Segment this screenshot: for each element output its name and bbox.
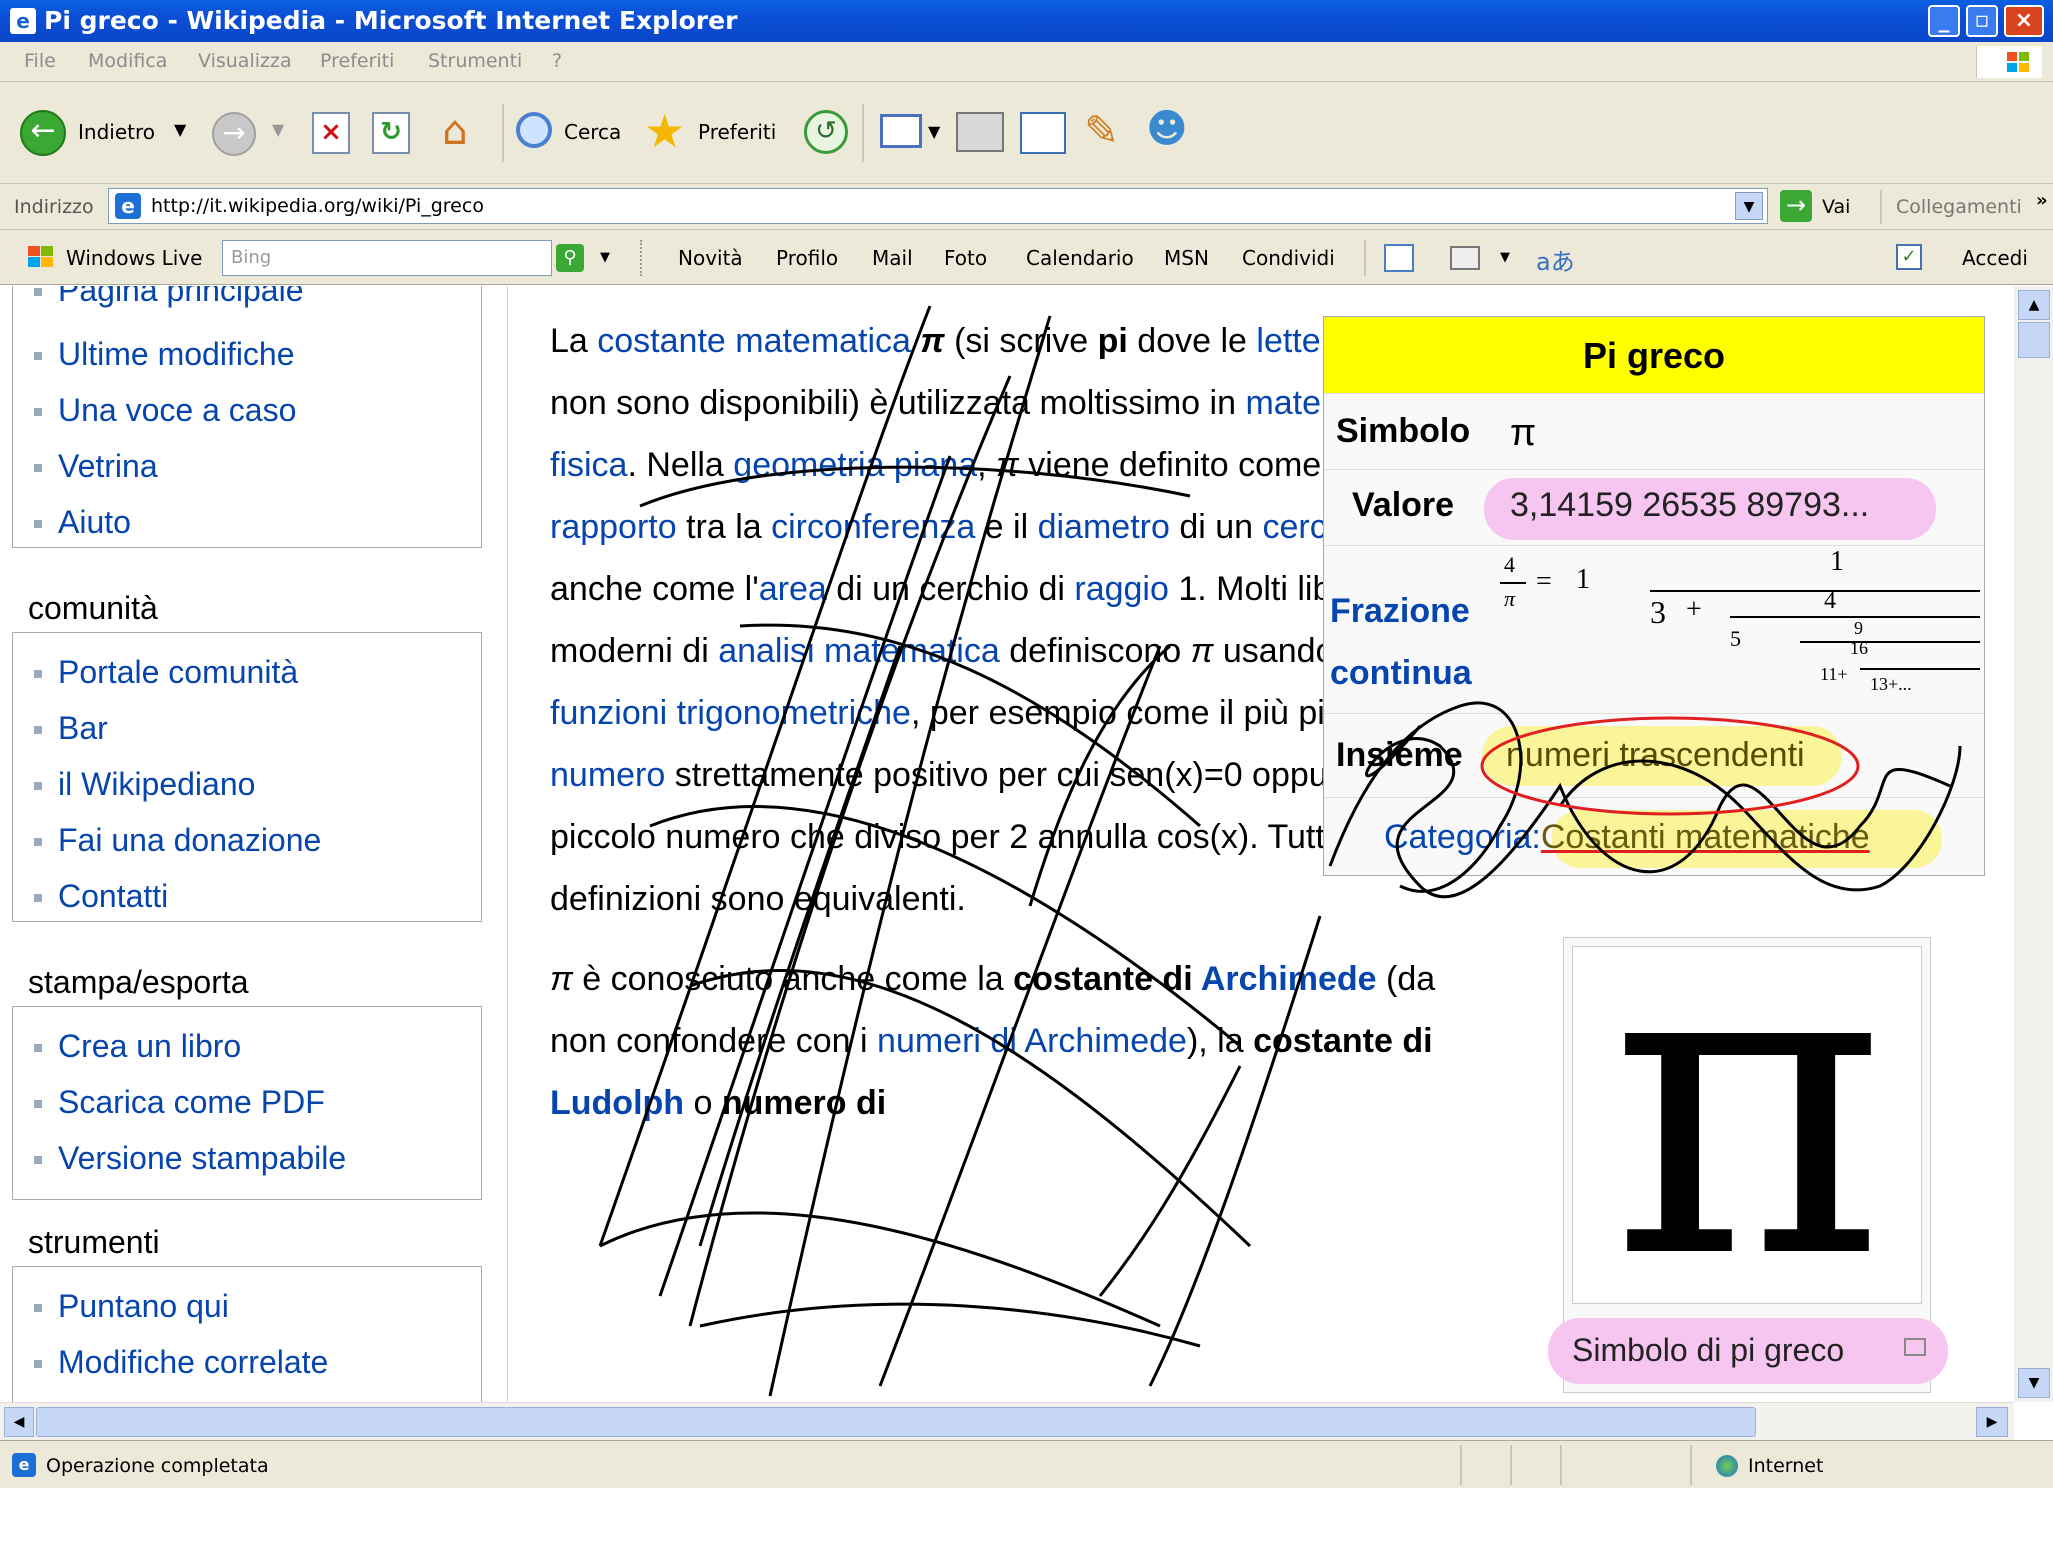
signin-link[interactable]: Accedi: [1962, 246, 2028, 270]
edit-icon[interactable]: [1020, 112, 1066, 154]
home-icon[interactable]: ⌂: [432, 108, 478, 156]
mail-icon[interactable]: [880, 114, 922, 148]
windows-live-logo-icon: [28, 246, 54, 268]
toolbar-separator: [862, 104, 864, 162]
address-bar: Indirizzo e http://it.wikipedia.org/wiki…: [0, 184, 2053, 230]
page-content: Pagina principale Ultime modifiche Una v…: [0, 286, 2014, 1402]
bing-search-icon[interactable]: ⚲: [556, 244, 584, 272]
mail-dropdown-icon[interactable]: ▼: [928, 122, 940, 141]
title-bar: e Pi greco - Wikipedia - Microsoft Inter…: [0, 0, 2053, 42]
messenger-people-icon[interactable]: ☻: [1146, 106, 1188, 152]
translate-icon[interactable]: aあ: [1536, 242, 1575, 277]
window-title: Pi greco - Wikipedia - Microsoft Interne…: [44, 6, 738, 35]
toolbar-separator: [502, 104, 504, 162]
share-icon[interactable]: [1384, 244, 1414, 272]
menu-preferiti[interactable]: Preferiti: [320, 50, 394, 72]
back-arrow-icon[interactable]: ←: [20, 110, 66, 156]
link-foto[interactable]: Foto: [944, 246, 987, 270]
address-label: Indirizzo: [14, 196, 94, 218]
link-profilo[interactable]: Profilo: [776, 246, 838, 270]
minimize-button[interactable]: _: [1928, 5, 1960, 37]
addr-separator: [1880, 190, 1882, 224]
options-dropdown-icon[interactable]: ▼: [1500, 250, 1510, 265]
links-separator: [640, 240, 642, 276]
link-msn[interactable]: MSN: [1164, 246, 1209, 270]
close-button[interactable]: ×: [2004, 5, 2044, 37]
menu-help[interactable]: ?: [552, 50, 562, 72]
page-status-icon: e: [12, 1453, 36, 1477]
ie-page-icon: e: [10, 8, 36, 34]
scribble-overlay: [598, 305, 1962, 1397]
status-separator: [1460, 1445, 1462, 1485]
menu-file[interactable]: File: [24, 50, 56, 72]
status-bar: e Operazione completata Internet: [0, 1440, 2053, 1488]
scroll-down-icon[interactable]: ▼: [2018, 1368, 2050, 1398]
windows-live-toolbar: Windows Live Bing ⚲ ▼ Novità Profilo Mai…: [0, 230, 2053, 285]
link-calendario[interactable]: Calendario: [1026, 246, 1134, 270]
stop-icon[interactable]: ×: [312, 112, 350, 154]
menu-visualizza[interactable]: Visualizza: [198, 50, 292, 72]
back-button[interactable]: Indietro: [78, 120, 155, 144]
chevron-right-icon[interactable]: »: [2036, 190, 2048, 211]
menu-bar: File Modifica Visualizza Preferiti Strum…: [0, 42, 2053, 82]
toolbar-options-icon[interactable]: [1450, 246, 1480, 270]
status-text: Operazione completata: [46, 1455, 269, 1477]
favorites-button[interactable]: Preferiti: [698, 120, 776, 144]
print-icon[interactable]: [956, 112, 1004, 152]
forward-arrow-icon[interactable]: →: [212, 112, 256, 156]
menu-modifica[interactable]: Modifica: [88, 50, 167, 72]
links-separator: [1364, 240, 1366, 276]
forward-dropdown-icon[interactable]: ▼: [272, 120, 284, 139]
address-url[interactable]: http://it.wikipedia.org/wiki/Pi_greco: [151, 195, 484, 217]
refresh-icon[interactable]: ↻: [372, 112, 410, 154]
standard-toolbar: ← Indietro ▼ → ▼ × ↻ ⌂ Cerca ★ Preferiti…: [0, 82, 2053, 184]
scroll-thumb[interactable]: [2018, 322, 2050, 358]
history-icon[interactable]: ↺: [804, 110, 848, 154]
horizontal-scrollbar[interactable]: ◀ ▶: [0, 1402, 2014, 1440]
go-button[interactable]: Vai: [1822, 196, 1850, 218]
link-condividi[interactable]: Condividi: [1242, 246, 1335, 270]
zone-label: Internet: [1748, 1455, 1824, 1477]
bing-dropdown-icon[interactable]: ▼: [600, 250, 610, 265]
signin-icon[interactable]: ✓: [1896, 244, 1922, 270]
hscroll-thumb[interactable]: [36, 1407, 1756, 1437]
bing-search-input[interactable]: Bing: [222, 240, 552, 276]
status-separator: [1510, 1445, 1512, 1485]
address-dropdown-icon[interactable]: ▼: [1735, 192, 1763, 220]
address-field[interactable]: e http://it.wikipedia.org/wiki/Pi_greco …: [108, 188, 1768, 224]
status-separator: [1560, 1445, 1562, 1485]
search-button[interactable]: Cerca: [564, 120, 621, 144]
scroll-up-icon[interactable]: ▲: [2018, 290, 2050, 320]
scroll-left-icon[interactable]: ◀: [4, 1407, 34, 1437]
search-icon[interactable]: [516, 112, 552, 148]
back-dropdown-icon[interactable]: ▼: [174, 120, 186, 139]
maximize-button[interactable]: ▫: [1966, 5, 1998, 37]
menu-strumenti[interactable]: Strumenti: [428, 50, 522, 72]
favorites-star-icon[interactable]: ★: [644, 104, 685, 158]
vertical-scrollbar[interactable]: ▲ ▼: [2014, 286, 2053, 1402]
scroll-right-icon[interactable]: ▶: [1976, 1407, 2008, 1437]
link-novita[interactable]: Novità: [678, 246, 743, 270]
links-label[interactable]: Collegamenti: [1896, 196, 2022, 218]
globe-icon: [1716, 1455, 1738, 1477]
red-circle-annotation: [1480, 716, 1860, 816]
windows-live-label[interactable]: Windows Live: [66, 246, 202, 270]
page-icon: e: [115, 193, 141, 219]
status-separator: [1690, 1445, 1692, 1485]
windows-logo-icon: [1976, 46, 2042, 78]
link-mail[interactable]: Mail: [872, 246, 913, 270]
bing-placeholder: Bing: [231, 247, 272, 268]
go-arrow-icon[interactable]: →: [1780, 190, 1812, 222]
messenger-pen-icon[interactable]: ✎: [1084, 106, 1119, 155]
